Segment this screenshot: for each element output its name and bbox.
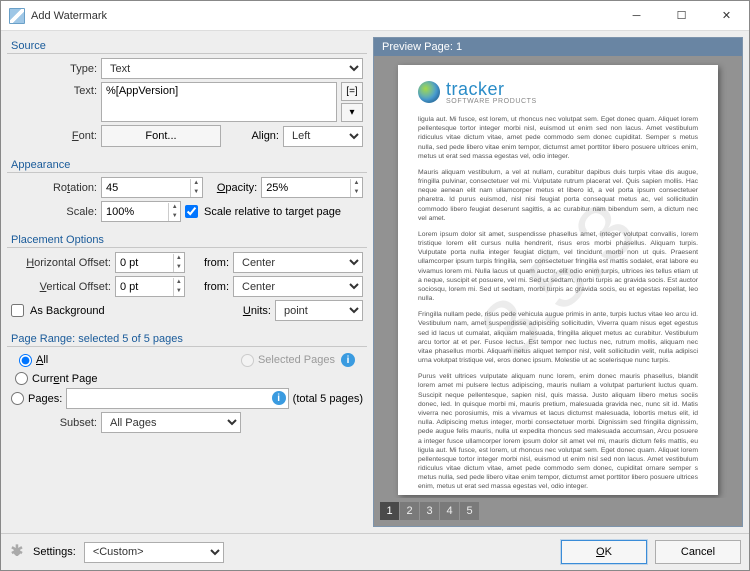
ok-button[interactable]: OK — [561, 540, 647, 564]
source-title: Source — [7, 37, 367, 54]
radio-all[interactable]: All — [19, 354, 221, 367]
type-select[interactable]: Text — [101, 58, 363, 79]
preview-header: Preview Page: 1 — [374, 38, 742, 56]
opacity-spinner[interactable]: ▲▼ — [261, 177, 363, 198]
cancel-button[interactable]: Cancel — [655, 540, 741, 564]
window-title: Add Watermark — [31, 10, 614, 22]
pages-input[interactable] — [66, 388, 288, 409]
body-paragraph: Fringilla nullam pede, risus pede vehicu… — [418, 310, 698, 365]
font-button[interactable]: Font... — [101, 125, 221, 147]
text-input[interactable]: %[AppVersion] — [101, 82, 337, 122]
page-tab-2[interactable]: 2 — [400, 502, 420, 520]
vfrom-select[interactable]: Center — [233, 276, 363, 297]
titlebar: Add Watermark ─ ☐ ✕ — [1, 1, 749, 31]
radio-pages[interactable]: Pages: — [11, 392, 62, 405]
pagerange-group: Page Range: selected 5 of 5 pages All Se… — [7, 330, 367, 436]
total-pages-label: (total 5 pages) — [293, 393, 363, 405]
align-select[interactable]: Left — [283, 126, 363, 147]
scale-spinner[interactable]: ▲▼ — [101, 201, 181, 222]
brand-logo: tracker SOFTWARE PRODUCTS — [418, 79, 698, 105]
units-label: Units: — [231, 305, 271, 317]
rotation-label: Rotation: — [11, 182, 97, 194]
pagerange-title: Page Range: selected 5 of 5 pages — [7, 330, 367, 347]
radio-selected-pages: Selected Pages i — [241, 353, 355, 367]
text-label: Text: — [11, 82, 97, 97]
body-paragraph: Purus velit ultrices vulputate aliquam n… — [418, 372, 698, 491]
preview-body: 3.5.3 tracker SOFTWARE PRODUCTS ligula a… — [374, 56, 742, 498]
page-tab-5[interactable]: 5 — [460, 502, 480, 520]
units-select[interactable]: point — [275, 300, 363, 321]
placement-title: Placement Options — [7, 231, 367, 248]
source-group: Source Type: Text Text: %[AppVersion] [=… — [7, 37, 367, 150]
opacity-label: Opacity: — [217, 182, 257, 194]
as-background-checkbox[interactable]: As Background — [11, 304, 227, 317]
page-navigator: 12345 — [374, 498, 742, 526]
gear-icon — [9, 544, 25, 560]
minimize-button[interactable]: ─ — [614, 1, 659, 30]
font-label: Font: — [11, 130, 97, 142]
settings-select[interactable]: <Custom> — [84, 542, 224, 563]
settings-label: Settings: — [33, 546, 76, 558]
page-tab-3[interactable]: 3 — [420, 502, 440, 520]
scale-relative-checkbox[interactable]: Scale relative to target page — [185, 205, 341, 218]
align-label: Align: — [251, 130, 279, 142]
app-icon — [9, 8, 25, 24]
footer: Settings: <Custom> OK Cancel — [1, 533, 749, 570]
appearance-group: Appearance Rotation: ▲▼ Opacity: ▲▼ Scal… — [7, 156, 367, 225]
placement-group: Placement Options Horizontal Offset: ▲▼ … — [7, 231, 367, 324]
page-tab-4[interactable]: 4 — [440, 502, 460, 520]
scale-label: Scale: — [11, 206, 97, 218]
hoffset-label: Horizontal Offset: — [11, 257, 111, 269]
info-icon[interactable]: i — [341, 353, 355, 367]
info-icon[interactable]: i — [272, 391, 286, 405]
appearance-title: Appearance — [7, 156, 367, 173]
subset-select[interactable]: All Pages — [101, 412, 241, 433]
logo-orb-icon — [418, 81, 440, 103]
hoffset-spinner[interactable]: ▲▼ — [115, 252, 185, 273]
preview-page: 3.5.3 tracker SOFTWARE PRODUCTS ligula a… — [398, 65, 718, 495]
close-button[interactable]: ✕ — [704, 1, 749, 30]
body-paragraph: Lorem ipsum dolor sit amet, suspendisse … — [418, 230, 698, 303]
macro-insert-button[interactable]: [=] — [341, 82, 363, 101]
vfrom-label: from: — [189, 281, 229, 293]
body-paragraph: ligula aut. Mi fusce, est lorem, ut rhon… — [418, 115, 698, 161]
type-label: Type: — [11, 63, 97, 75]
hfrom-label: from: — [189, 257, 229, 269]
body-paragraph: Mauris aliquam vestibulum, a vel at null… — [418, 168, 698, 223]
hfrom-select[interactable]: Center — [233, 252, 363, 273]
page-tab-1[interactable]: 1 — [380, 502, 400, 520]
voffset-spinner[interactable]: ▲▼ — [115, 276, 185, 297]
macro-dropdown-button[interactable]: ▾ — [341, 103, 363, 122]
rotation-spinner[interactable]: ▲▼ — [101, 177, 203, 198]
preview-panel: Preview Page: 1 3.5.3 tracker SOFTWARE P… — [373, 37, 743, 527]
maximize-button[interactable]: ☐ — [659, 1, 704, 30]
radio-current-page[interactable]: Current Page — [15, 372, 359, 385]
voffset-label: Vertical Offset: — [11, 281, 111, 293]
subset-label: Subset: — [11, 417, 97, 429]
